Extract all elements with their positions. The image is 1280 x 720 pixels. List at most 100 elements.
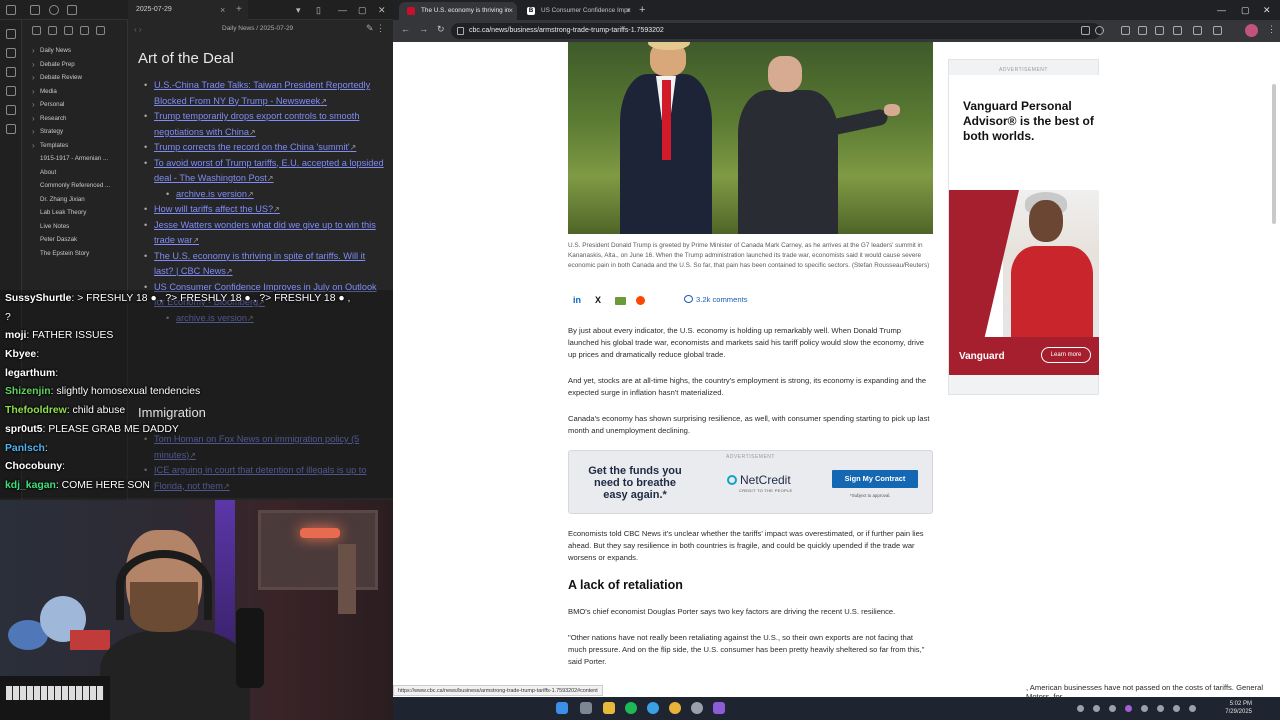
volume-icon[interactable] xyxy=(1189,705,1196,712)
tray-app-icon[interactable] xyxy=(1125,705,1132,712)
obsidian-icon[interactable] xyxy=(713,702,725,714)
sidebar-right-icon[interactable]: ▯ xyxy=(316,0,321,20)
inline-advertisement[interactable]: ADVERTISEMENT Get the funds you need to … xyxy=(568,450,933,514)
browser-tab-bloomberg[interactable]: B US Consumer Confidence Impr × xyxy=(519,2,635,20)
tray-chevron-icon[interactable] xyxy=(1077,705,1084,712)
folder-item[interactable]: Personal xyxy=(22,98,127,112)
extension-icon[interactable] xyxy=(1121,26,1130,35)
sign-contract-button[interactable]: Sign My Contract xyxy=(832,470,918,488)
menu-icon[interactable]: ⋮ xyxy=(1267,24,1276,35)
sort-icon[interactable] xyxy=(64,26,73,35)
vanguard-ad[interactable]: Vanguard Personal Advisor® is the best o… xyxy=(949,75,1099,375)
comments-link[interactable]: 3.2k comments xyxy=(684,295,748,304)
file-item[interactable]: 1915-1917 - Armenian ... xyxy=(22,152,127,166)
daily-note-icon[interactable] xyxy=(5,86,16,96)
close-icon[interactable]: ✕ xyxy=(378,0,386,20)
folder-item[interactable]: Debate Prep xyxy=(22,58,127,72)
linkedin-icon[interactable]: in xyxy=(573,295,581,305)
tab-daily-note[interactable]: 2025-07-29 xyxy=(128,0,248,20)
layout-icon[interactable]: ▾ xyxy=(296,0,301,20)
bookmark-icon[interactable] xyxy=(67,5,77,15)
file-item[interactable]: Lab Leak Theory xyxy=(22,206,127,220)
command-icon[interactable] xyxy=(5,105,16,115)
obs-icon[interactable] xyxy=(691,702,703,714)
site-info-icon[interactable] xyxy=(457,27,464,35)
extension-icon[interactable] xyxy=(1193,26,1202,35)
chrome-icon[interactable] xyxy=(669,702,681,714)
forward-icon[interactable]: → xyxy=(419,24,428,34)
extension-icon[interactable] xyxy=(1213,26,1222,35)
profile-avatar[interactable] xyxy=(1245,24,1258,37)
network-icon[interactable] xyxy=(1173,705,1180,712)
file-item[interactable]: Live Notes xyxy=(22,220,127,234)
extension-icon[interactable] xyxy=(1138,26,1147,35)
folder-item[interactable]: Daily News xyxy=(22,44,127,58)
search-icon[interactable] xyxy=(49,5,59,15)
reload-icon[interactable]: ↻ xyxy=(437,24,445,35)
tray-app-icon[interactable] xyxy=(1109,705,1116,712)
collapse-icon[interactable] xyxy=(80,26,89,35)
page-scrollbar[interactable] xyxy=(1272,84,1276,224)
note-link[interactable]: Trump corrects the record on the China '… xyxy=(144,140,384,156)
new-tab-icon[interactable]: + xyxy=(639,2,645,18)
close-icon[interactable]: ✕ xyxy=(1263,0,1271,20)
extension-icon[interactable] xyxy=(1155,26,1164,35)
x-icon[interactable]: X xyxy=(595,295,601,305)
clock[interactable]: 5:02 PM 7/29/2025 xyxy=(1225,700,1252,716)
tray-app-icon[interactable] xyxy=(1093,705,1100,712)
reddit-icon[interactable] xyxy=(636,296,645,305)
back-icon[interactable]: ← xyxy=(401,24,410,34)
folder-item[interactable]: Debate Review xyxy=(22,71,127,85)
note-link[interactable]: The U.S. economy is thriving in spite of… xyxy=(144,249,384,280)
new-tab-icon[interactable]: + xyxy=(236,0,242,20)
browser-tab-cbc[interactable]: The U.S. economy is thriving in × xyxy=(399,2,517,20)
note-link[interactable]: To avoid worst of Trump tariffs, E.U. ac… xyxy=(144,156,384,187)
template-icon[interactable] xyxy=(5,124,16,134)
note-link[interactable]: U.S.-China Trade Talks: Taiwan President… xyxy=(144,78,384,109)
bookmark-star-icon[interactable] xyxy=(1095,26,1104,35)
tab-close-icon[interactable]: × xyxy=(626,2,631,20)
tray-app-icon[interactable] xyxy=(1141,705,1148,712)
tab-close-icon[interactable]: × xyxy=(508,2,513,20)
file-item[interactable]: Dr. Zhang Jixian xyxy=(22,193,127,207)
file-item[interactable]: The Epstein Story xyxy=(22,247,127,261)
address-bar[interactable]: cbc.ca/news/business/armstrong-trade-tru… xyxy=(451,23,1101,39)
note-link[interactable]: Jesse Watters wonders what did we give u… xyxy=(144,218,384,249)
spotify-icon[interactable] xyxy=(625,702,637,714)
edge-icon[interactable] xyxy=(647,702,659,714)
close-panel-icon[interactable] xyxy=(96,26,105,35)
folder-item[interactable]: Media xyxy=(22,85,127,99)
folder-item[interactable]: Strategy xyxy=(22,125,127,139)
note-link[interactable]: Trump temporarily drops export controls … xyxy=(144,109,384,140)
minimize-icon[interactable]: — xyxy=(338,0,347,20)
send-icon[interactable] xyxy=(5,29,16,39)
graph-icon[interactable] xyxy=(5,48,16,58)
note-link[interactable]: archive.is version↗ xyxy=(166,187,384,203)
nav-arrows-icon[interactable]: ‹ › xyxy=(134,25,142,34)
folder-item[interactable]: Templates xyxy=(22,139,127,153)
file-item[interactable]: Peter Daszak xyxy=(22,233,127,247)
start-icon[interactable] xyxy=(556,702,568,714)
new-folder-icon[interactable] xyxy=(48,26,57,35)
file-item[interactable]: Commonly Referenced ... xyxy=(22,179,127,193)
file-item[interactable]: About xyxy=(22,166,127,180)
tray-app-icon[interactable] xyxy=(1157,705,1164,712)
search-icon[interactable] xyxy=(580,702,592,714)
sidebar-toggle-icon[interactable] xyxy=(6,5,16,15)
note-link[interactable]: How will tariffs affect the US?↗ xyxy=(144,202,384,218)
canvas-icon[interactable] xyxy=(5,67,16,77)
install-icon[interactable] xyxy=(1081,26,1090,35)
email-icon[interactable] xyxy=(615,297,626,305)
learn-more-button[interactable]: Learn more xyxy=(1041,347,1091,363)
file-explorer-icon[interactable] xyxy=(603,702,615,714)
tab-close-icon[interactable]: × xyxy=(220,0,225,20)
maximize-icon[interactable]: ▢ xyxy=(358,0,367,20)
minimize-icon[interactable]: — xyxy=(1217,0,1226,20)
maximize-icon[interactable]: ▢ xyxy=(1241,0,1250,20)
more-options-icon[interactable]: ✎ ⋮ xyxy=(366,23,385,34)
new-note-icon[interactable] xyxy=(32,26,41,35)
extension-icon[interactable] xyxy=(1173,26,1182,35)
files-icon[interactable] xyxy=(30,5,40,15)
folder-item[interactable]: Research xyxy=(22,112,127,126)
sidebar-advertisement[interactable]: ADVERTISEMENT Vanguard Personal Advisor®… xyxy=(948,59,1099,395)
